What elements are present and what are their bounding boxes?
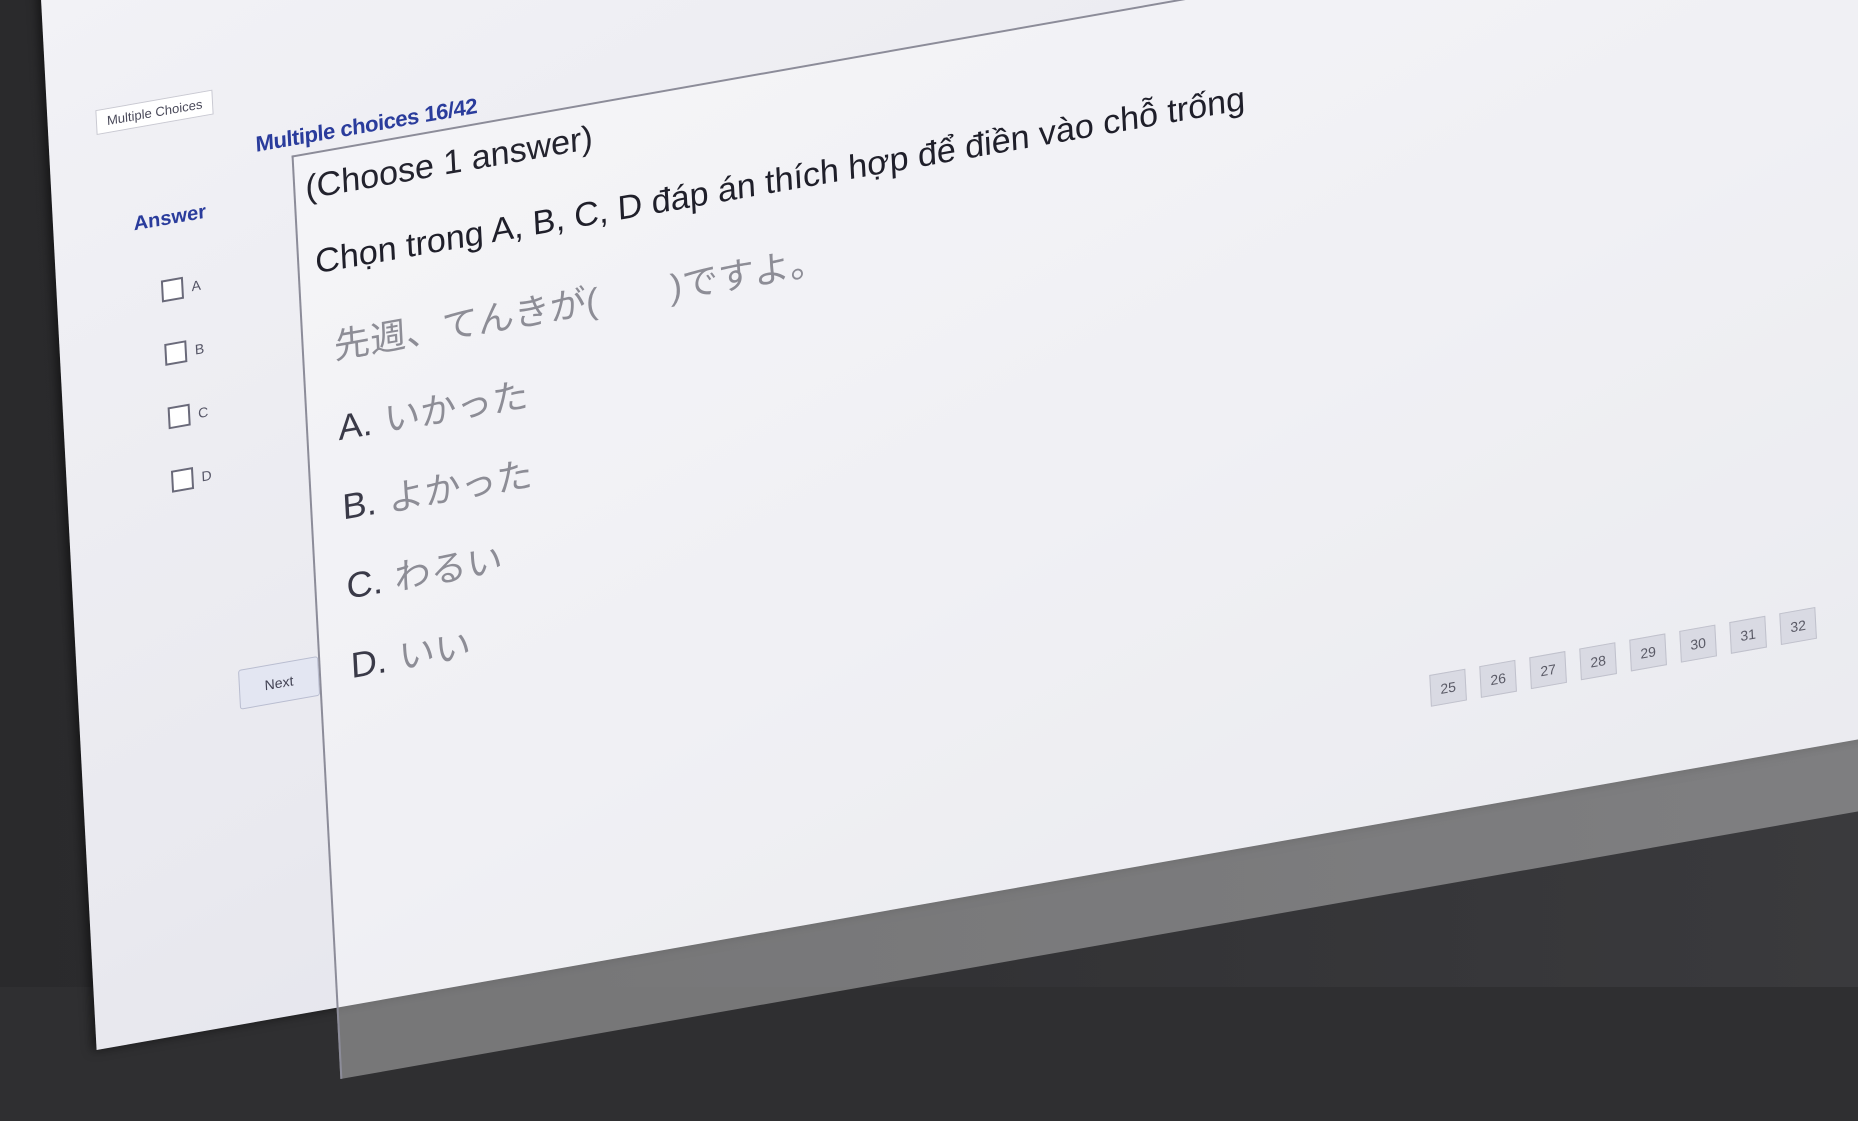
checkbox-b[interactable] xyxy=(164,340,188,366)
question-option-a: A. いかった xyxy=(337,366,530,451)
answer-option-label: A xyxy=(191,276,202,295)
next-button[interactable]: Next xyxy=(237,655,321,710)
answer-label: Answer xyxy=(133,200,207,236)
page-button[interactable]: 29 xyxy=(1629,633,1667,672)
option-letter: B. xyxy=(341,480,378,528)
checkbox-d[interactable] xyxy=(170,467,195,493)
answer-panel: Answer A B C D xyxy=(133,187,299,518)
option-letter: C. xyxy=(345,559,384,607)
option-text: いい xyxy=(397,624,472,678)
page-button[interactable]: 30 xyxy=(1679,624,1717,663)
question-option-b: B. よかった xyxy=(341,445,534,530)
checkbox-a[interactable] xyxy=(160,276,185,303)
option-text: わるい xyxy=(393,538,504,599)
option-letter: D. xyxy=(349,639,388,687)
option-text: いかった xyxy=(383,374,530,441)
window-tab[interactable]: Multiple Choices xyxy=(95,89,215,136)
page-button[interactable]: 28 xyxy=(1579,642,1617,681)
question-option-d: D. いい xyxy=(349,616,472,689)
answer-option-label: B xyxy=(194,340,205,358)
option-letter: A. xyxy=(337,401,374,449)
page-button[interactable]: 27 xyxy=(1529,651,1567,690)
page-button[interactable]: 32 xyxy=(1779,606,1817,646)
option-text: よかった xyxy=(387,453,534,520)
answer-option-label: C xyxy=(197,403,209,422)
answer-option-label: D xyxy=(201,466,213,485)
page-button[interactable]: 25 xyxy=(1429,668,1467,707)
checkbox-c[interactable] xyxy=(167,403,191,430)
page-button[interactable]: 26 xyxy=(1479,659,1517,698)
question-option-c: C. わるい xyxy=(345,531,504,610)
page-button[interactable]: 31 xyxy=(1729,615,1767,654)
